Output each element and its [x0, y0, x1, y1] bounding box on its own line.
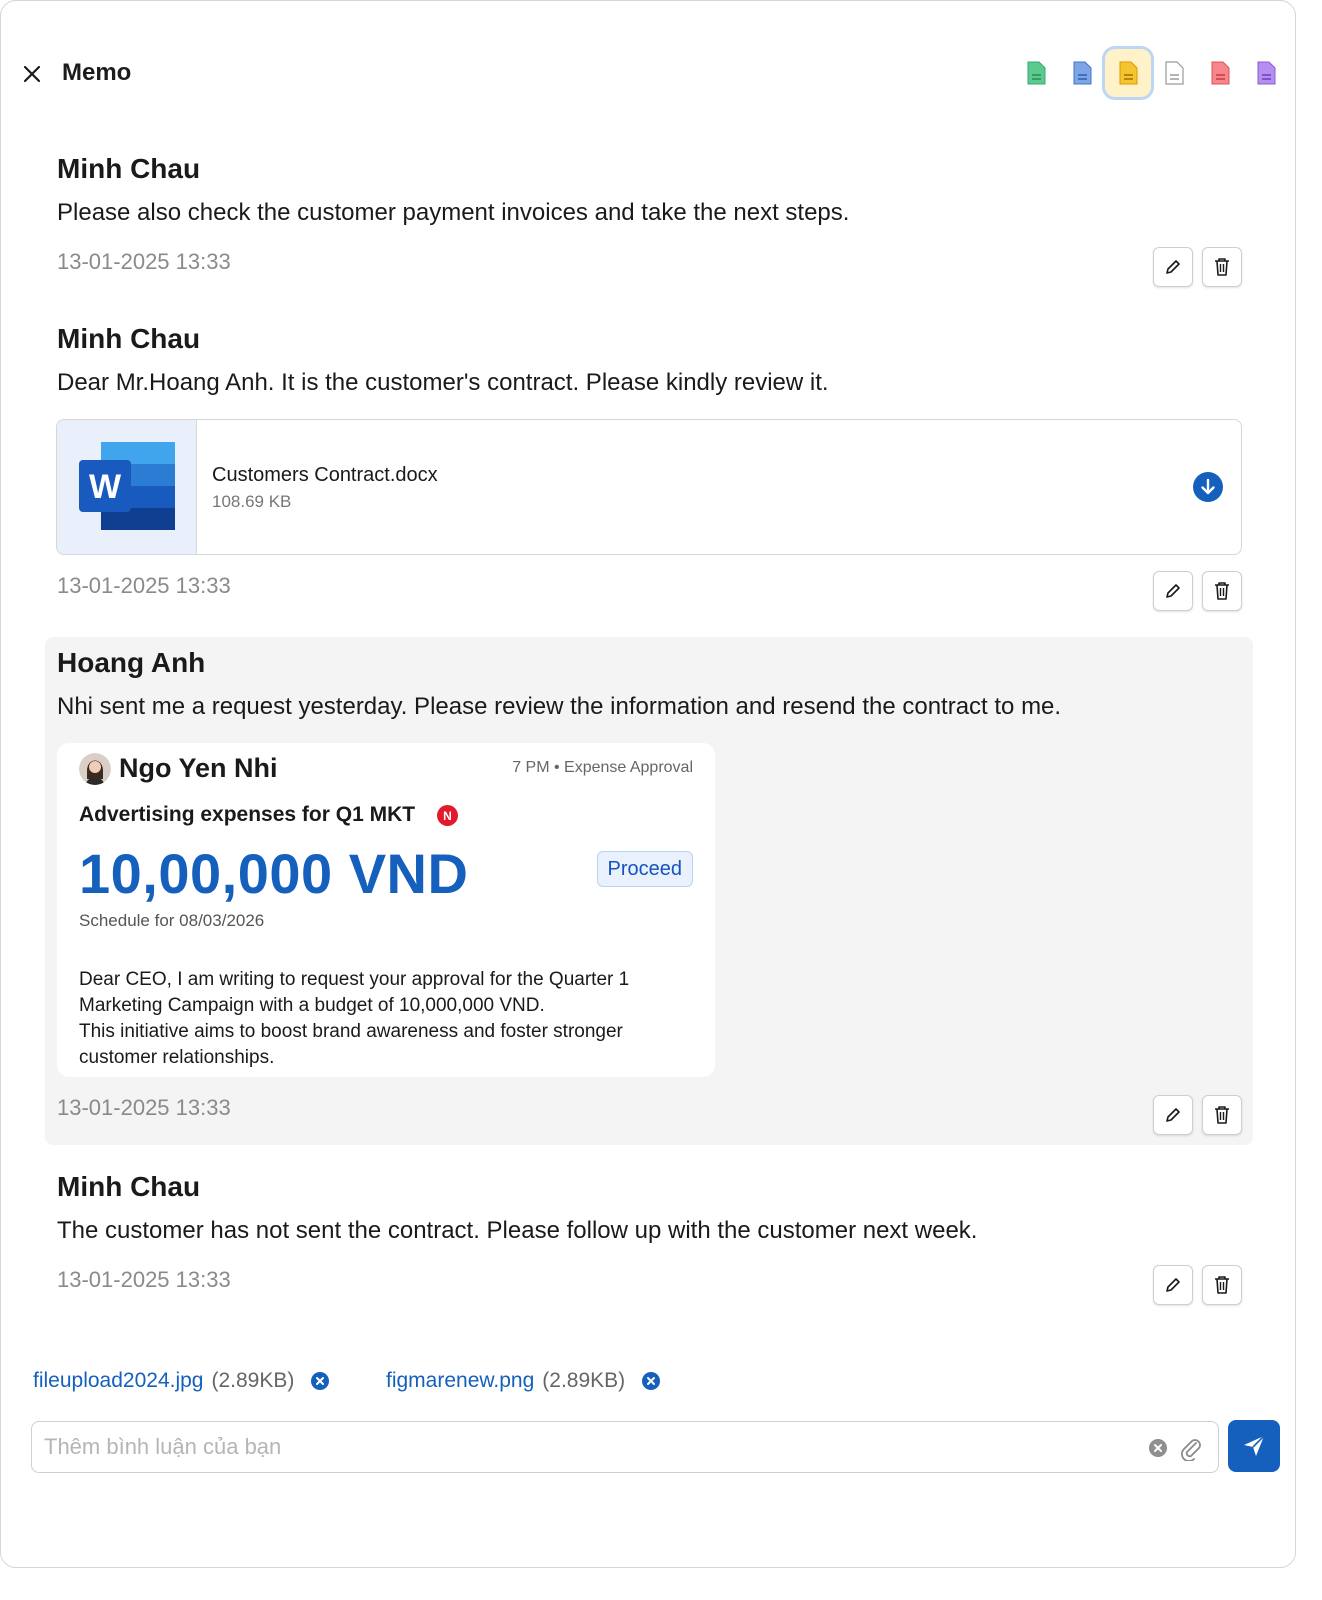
card-subject: Advertising expenses for Q1 MKT — [79, 803, 416, 826]
upload-file-name[interactable]: figmarenew.png — [386, 1369, 534, 1393]
memo-item: Minh Chau The customer has not sent the … — [45, 1161, 1253, 1321]
delete-button[interactable] — [1202, 571, 1242, 611]
card-schedule: Schedule for 08/03/2026 — [79, 911, 265, 930]
clear-icon — [1149, 1439, 1167, 1457]
comment-box — [31, 1421, 1219, 1473]
red-note-icon — [1211, 61, 1230, 85]
memo-header: Memo — [1, 41, 1295, 107]
upload-file-name[interactable]: fileupload2024.jpg — [33, 1369, 203, 1393]
trash-icon — [1215, 582, 1229, 600]
memo-item-highlighted: Hoang Anh Nhi sent me a request yesterda… — [45, 637, 1253, 1145]
pencil-icon — [1166, 1278, 1180, 1292]
memo-timestamp: 13-01-2025 13:33 — [57, 249, 231, 274]
delete-button[interactable] — [1202, 1095, 1242, 1135]
status-badge: Proceed — [596, 851, 693, 887]
delete-button[interactable] — [1202, 247, 1242, 287]
edit-button[interactable] — [1153, 1265, 1193, 1305]
remove-icon — [642, 1372, 661, 1390]
note-color-purple[interactable] — [1243, 49, 1289, 97]
card-body-line: This initiative aims to boost brand awar… — [79, 1021, 623, 1068]
edit-button[interactable] — [1153, 571, 1193, 611]
paperclip-icon — [1181, 1439, 1201, 1462]
trash-icon — [1215, 1276, 1229, 1294]
close-button[interactable] — [17, 59, 47, 89]
memo-text: Dear Mr.Hoang Anh. It is the customer's … — [57, 369, 829, 396]
memo-timestamp: 13-01-2025 13:33 — [57, 1095, 231, 1120]
delete-button[interactable] — [1202, 1265, 1242, 1305]
file-attachment[interactable]: W Customers Contract.docx 108.69 KB — [56, 419, 1242, 555]
memo-timestamp: 13-01-2025 13:33 — [57, 1267, 231, 1292]
send-button[interactable] — [1228, 1420, 1280, 1472]
white-note-icon — [1165, 61, 1184, 85]
card-body: Dear CEO, I am writing to request your a… — [79, 967, 699, 1071]
blue-note-icon — [1073, 61, 1092, 85]
note-color-green[interactable] — [1013, 49, 1059, 97]
send-icon — [1244, 1435, 1265, 1456]
file-thumbnail: W — [57, 420, 197, 554]
page-title: Memo — [62, 59, 132, 86]
note-color-red[interactable] — [1197, 49, 1243, 97]
file-size: 108.69 KB — [212, 492, 292, 511]
user-avatar-icon — [79, 753, 111, 785]
note-color-yellow[interactable] — [1105, 49, 1151, 97]
edit-button[interactable] — [1153, 247, 1193, 287]
upload-file-size: (2.89KB) — [211, 1369, 295, 1392]
purple-note-icon — [1257, 61, 1276, 85]
comment-input[interactable] — [44, 1432, 1124, 1462]
pencil-icon — [1166, 1108, 1180, 1122]
memo-author: Minh Chau — [57, 323, 201, 354]
avatar — [79, 753, 111, 785]
yellow-note-icon — [1119, 61, 1138, 85]
trash-icon — [1215, 258, 1229, 276]
attach-file-button[interactable] — [1178, 1435, 1204, 1462]
memo-author: Hoang Anh — [57, 647, 206, 678]
card-amount: 10,00,000 VND — [79, 842, 469, 905]
clear-input-button[interactable] — [1148, 1438, 1168, 1458]
memo-timestamp: 13-01-2025 13:33 — [57, 573, 231, 598]
svg-text:W: W — [89, 468, 122, 506]
memo-text: The customer has not sent the contract. … — [57, 1217, 978, 1244]
memo-author: Minh Chau — [57, 153, 201, 184]
memo-panel: Memo Minh Chau Please also check the cus… — [0, 0, 1296, 1568]
remove-upload-button[interactable] — [310, 1371, 330, 1391]
pencil-icon — [1166, 584, 1180, 598]
pencil-icon — [1166, 260, 1180, 274]
expense-approval-card[interactable]: Ngo Yen Nhi 7 PM • Expense Approval Adve… — [57, 743, 715, 1077]
memo-item: Minh Chau Please also check the customer… — [45, 141, 1253, 301]
memo-item: Minh Chau Dear Mr.Hoang Anh. It is the c… — [45, 311, 1253, 627]
card-body-line: Dear CEO, I am writing to request your a… — [79, 969, 630, 1016]
word-file-icon: W — [79, 442, 175, 530]
download-button[interactable] — [1193, 472, 1223, 502]
memo-text: Nhi sent me a request yesterday. Please … — [57, 693, 1062, 720]
memo-text: Please also check the customer payment i… — [57, 199, 850, 226]
memo-author: Minh Chau — [57, 1171, 201, 1202]
edit-button[interactable] — [1153, 1095, 1193, 1135]
card-meta: 7 PM • Expense Approval — [512, 759, 693, 776]
note-color-blue[interactable] — [1059, 49, 1105, 97]
close-icon — [23, 65, 41, 83]
trash-icon — [1215, 1106, 1229, 1124]
upload-chip: figmarenew.png (2.89KB) — [386, 1369, 661, 1393]
upload-chip: fileupload2024.jpg (2.89KB) — [33, 1369, 330, 1393]
new-badge: N — [437, 805, 458, 826]
green-note-icon — [1027, 61, 1046, 85]
file-name: Customers Contract.docx — [212, 464, 438, 486]
remove-icon — [311, 1372, 330, 1390]
note-color-white[interactable] — [1151, 49, 1197, 97]
download-icon — [1193, 472, 1223, 502]
remove-upload-button[interactable] — [641, 1371, 661, 1391]
card-sender: Ngo Yen Nhi — [119, 753, 278, 783]
upload-file-size: (2.89KB) — [542, 1369, 626, 1392]
